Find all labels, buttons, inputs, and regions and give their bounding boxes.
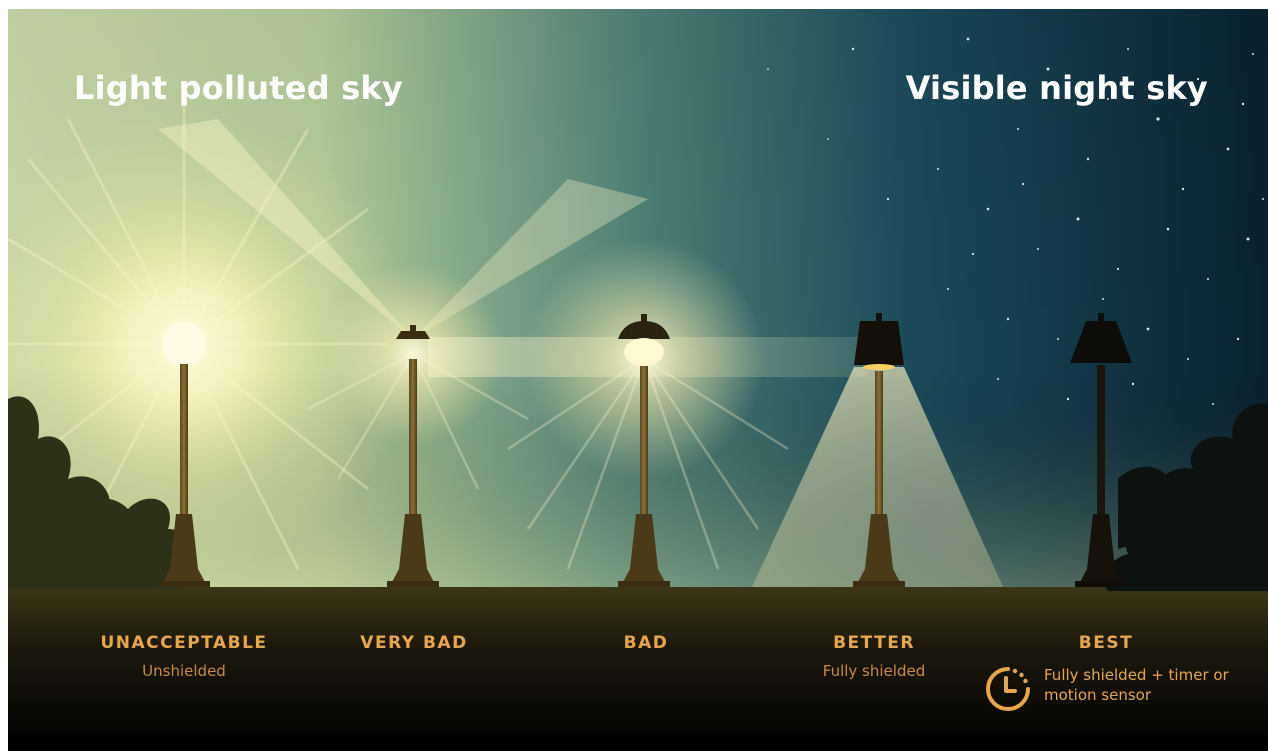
description-label: Fully shielded (822, 662, 926, 680)
rating-label: BAD (623, 633, 669, 653)
visible-night-sky-title: Visible night sky (905, 69, 1208, 107)
description-label: Unshielded (142, 662, 226, 680)
label-unacceptable: UNACCEPTABLE Unshielded (64, 633, 304, 680)
label-better: BETTER Fully shielded (754, 633, 994, 680)
illustration: Light polluted sky Visible night sky UNA… (8, 9, 1268, 751)
best-description: Fully shielded + timer or motion sensor (1044, 666, 1229, 704)
label-bad: BAD (526, 633, 766, 653)
rating-label: BETTER (833, 633, 915, 653)
light-polluted-sky-title: Light polluted sky (74, 69, 403, 107)
rating-label: BEST (1078, 633, 1134, 653)
best-detail: Fully shielded + timer or motion sensor (982, 663, 1242, 723)
label-best: BEST (986, 633, 1226, 653)
label-very-bad: VERY BAD (294, 633, 534, 653)
rating-label: UNACCEPTABLE (100, 633, 268, 653)
clock-timer-icon (986, 667, 1030, 711)
rating-label: VERY BAD (360, 633, 468, 653)
